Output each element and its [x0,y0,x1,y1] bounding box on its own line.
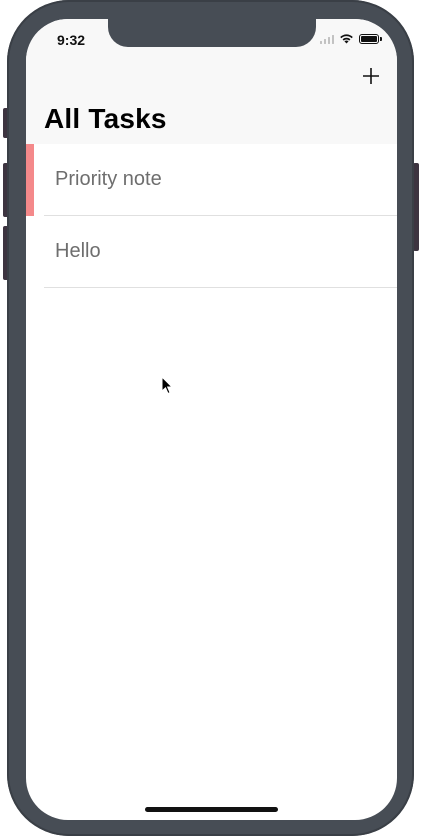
status-time: 9:32 [57,32,86,48]
add-task-button[interactable] [361,66,381,86]
mouse-cursor-icon [161,376,174,395]
wifi-icon [340,34,353,44]
phone-screen: 9:32 All Tasks Priority note Hello [26,19,397,820]
status-icons [319,33,382,44]
task-list: Priority note Hello [26,144,397,288]
page-title: All Tasks [44,103,167,134]
signal-icon [319,34,334,44]
screenshot-canvas: 9:32 All Tasks Priority note Hello [0,0,423,838]
battery-icon [359,33,382,44]
task-label: Hello [55,240,101,262]
priority-indicator [26,144,34,216]
row-divider [44,287,397,288]
task-label: Priority note [55,168,162,190]
device-notch [108,19,316,47]
task-row-hello[interactable]: Hello [26,216,397,288]
task-row-priority-note[interactable]: Priority note [26,144,397,216]
plus-icon [363,68,379,84]
home-indicator[interactable] [145,807,278,812]
